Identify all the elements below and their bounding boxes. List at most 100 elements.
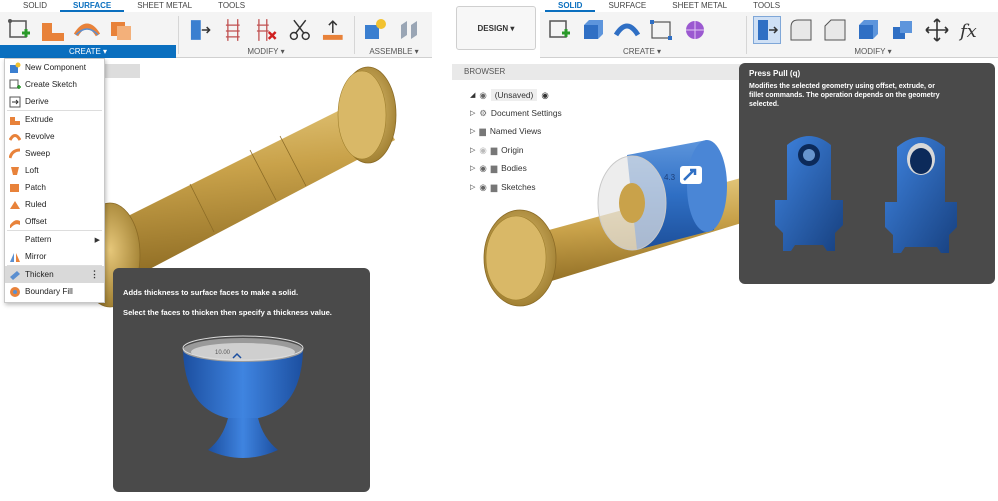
extend-icon[interactable]	[320, 17, 346, 43]
form-icon[interactable]	[682, 17, 708, 43]
menu-item-pattern[interactable]: Pattern ▶	[5, 231, 104, 248]
browser-item-named-views[interactable]: ▷ ▆ Named Views	[470, 123, 541, 139]
menu-item-sweep[interactable]: Sweep	[5, 145, 104, 162]
extrude-icon	[10, 116, 20, 125]
chamfer-icon[interactable]	[822, 17, 848, 43]
browser-item-label: Document Settings	[490, 108, 562, 118]
expand-arrow-icon[interactable]: ▷	[470, 109, 475, 117]
create-menu-button[interactable]: CREATE ▾	[540, 47, 744, 56]
menu-item-label: Thicken	[25, 270, 54, 279]
browser-title: BROWSER	[464, 67, 506, 76]
menu-item-extrude[interactable]: Extrude	[5, 111, 104, 128]
shell-icon[interactable]	[856, 17, 882, 43]
menu-item-offset[interactable]: Offset	[5, 213, 104, 230]
menu-item-label: Loft	[25, 166, 39, 175]
create-sketch-icon[interactable]	[6, 17, 32, 43]
collapse-arrow-icon[interactable]: ◢	[470, 91, 475, 99]
expand-arrow-icon[interactable]: ▷	[470, 146, 475, 154]
menu-item-label: Extrude	[25, 115, 54, 124]
tab-sheet-metal[interactable]: SHEET METAL	[124, 0, 205, 12]
create-menu-button[interactable]: CREATE ▾	[0, 45, 176, 58]
revolve-icon[interactable]	[614, 17, 640, 43]
menu-item-label: Boundary Fill	[25, 287, 73, 296]
delete-face-icon[interactable]	[253, 17, 279, 43]
menu-item-ruled[interactable]: Ruled	[5, 196, 104, 213]
tab-tools[interactable]: TOOLS	[740, 0, 793, 12]
move-icon[interactable]	[924, 17, 950, 43]
parameters-fx-icon[interactable]: fx	[958, 17, 984, 43]
tab-sheet-metal[interactable]: SHEET METAL	[659, 0, 740, 12]
create-group: CREATE ▾	[540, 12, 744, 58]
tooltip-description: Adds thickness to surface faces to make …	[123, 288, 299, 297]
eye-hidden-icon[interactable]: ◉	[479, 145, 486, 155]
menu-item-label: Offset	[25, 217, 47, 226]
create-sketch-icon	[9, 79, 21, 89]
left-tab-bar: SOLID SURFACE SHEET METAL TOOLS	[10, 0, 258, 12]
scissors-icon[interactable]	[287, 17, 313, 43]
eye-icon[interactable]: ◉	[479, 182, 486, 192]
new-component-icon[interactable]	[362, 17, 388, 43]
menu-item-label: New Component	[25, 63, 86, 72]
fillet-icon[interactable]	[788, 17, 814, 43]
tab-surface[interactable]: SURFACE	[60, 0, 125, 12]
eye-icon[interactable]: ◉	[479, 163, 486, 173]
menu-item-mirror[interactable]: Mirror	[5, 248, 104, 265]
create-sketch-icon[interactable]	[546, 17, 572, 43]
assemble-menu-button[interactable]: ASSEMBLE ▾	[356, 47, 432, 56]
modify-group: fx MODIFY ▾	[748, 12, 998, 58]
tooltip-description-line: fillet commands. The operation depends o…	[749, 92, 940, 99]
patch-icon	[10, 183, 19, 192]
tab-solid[interactable]: SOLID	[10, 0, 60, 12]
patch-surface-icon[interactable]	[108, 17, 134, 43]
thicken-tooltip: Adds thickness to surface faces to make …	[113, 268, 370, 492]
extrude-surface-icon[interactable]	[40, 17, 66, 43]
menu-item-thicken[interactable]: Thicken ⋮	[5, 266, 104, 283]
browser-root-row[interactable]: ◢ ◉ (Unsaved) ◉	[470, 87, 549, 103]
tab-tools[interactable]: TOOLS	[205, 0, 258, 12]
revolve-surface-icon[interactable]	[74, 17, 100, 43]
eye-icon[interactable]: ◉	[479, 90, 486, 100]
trim-icon[interactable]	[220, 17, 246, 43]
menu-item-new-component[interactable]: New Component	[5, 59, 104, 76]
menu-item-loft[interactable]: Loft	[5, 162, 104, 179]
tooltip-title: Press Pull (q)	[749, 69, 801, 78]
joint-icon[interactable]	[396, 17, 422, 43]
menu-item-derive[interactable]: Derive	[5, 93, 104, 110]
folder-icon: ▆	[490, 163, 498, 173]
browser-header[interactable]: BROWSER	[452, 64, 742, 80]
menu-item-revolve[interactable]: Revolve	[5, 128, 104, 145]
tab-surface[interactable]: SURFACE	[595, 0, 659, 12]
menu-item-label: Sweep	[25, 149, 51, 158]
submenu-arrow-icon: ▶	[94, 236, 100, 244]
browser-item-bodies[interactable]: ▷ ◉ ▆ Bodies	[470, 160, 527, 176]
gear-icon: ⚙	[479, 108, 487, 118]
folder-icon: ▆	[479, 126, 486, 136]
design-workspace-button[interactable]: DESIGN ▾	[456, 6, 536, 50]
browser-item-sketches[interactable]: ▷ ◉ ▆ Sketches	[470, 179, 536, 195]
combine-icon[interactable]	[890, 17, 916, 43]
extrude-icon[interactable]	[580, 17, 606, 43]
box-sketch-icon[interactable]	[648, 17, 674, 43]
browser-item-label: Sketches	[501, 182, 536, 192]
modify-menu-button[interactable]: MODIFY ▾	[180, 47, 352, 56]
browser-item-document-settings[interactable]: ▷ ⚙ Document Settings	[470, 105, 562, 121]
browser-item-origin[interactable]: ▷ ◉ ▆ Origin	[470, 142, 524, 158]
press-pull-icon[interactable]	[186, 17, 212, 43]
svg-text:fx: fx	[958, 21, 977, 42]
menu-item-create-sketch[interactable]: Create Sketch	[5, 76, 104, 93]
tab-solid[interactable]: SOLID	[545, 0, 596, 12]
expand-arrow-icon[interactable]: ▷	[470, 183, 475, 191]
browser-item-label: Origin	[501, 145, 524, 155]
right-toolbar: CREATE ▾ fx MODIFY ▾	[540, 12, 998, 58]
expand-arrow-icon[interactable]: ▷	[470, 127, 475, 135]
browser-item-label: Named Views	[489, 126, 542, 136]
activate-radio-icon[interactable]: ◉	[541, 90, 548, 100]
more-options-icon[interactable]: ⋮	[90, 269, 99, 280]
menu-item-label: Pattern	[25, 235, 52, 244]
modify-menu-button[interactable]: MODIFY ▾	[748, 47, 998, 56]
expand-arrow-icon[interactable]: ▷	[470, 164, 475, 172]
menu-item-boundary-fill[interactable]: Boundary Fill	[5, 283, 104, 300]
menu-item-patch[interactable]: Patch	[5, 179, 104, 196]
press-pull-icon[interactable]	[753, 15, 781, 44]
folder-icon: ▆	[490, 182, 498, 192]
